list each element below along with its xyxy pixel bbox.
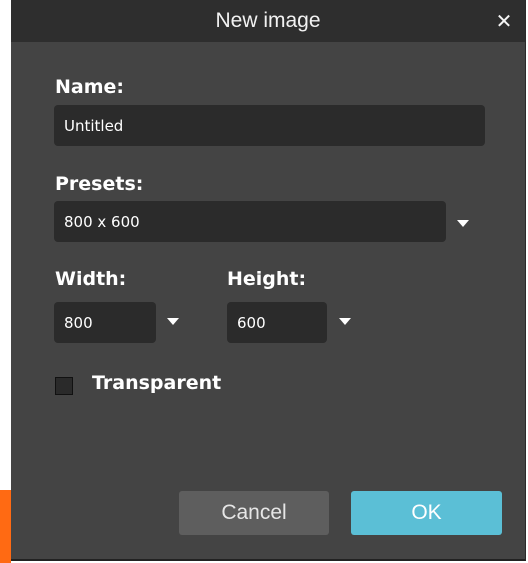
presets-chevron-down-icon[interactable]: [457, 220, 469, 227]
width-chevron-down-icon[interactable]: [167, 318, 179, 325]
background-left: [0, 0, 11, 490]
presets-select[interactable]: 800 x 600: [54, 201, 446, 242]
width-selected-value: 800: [64, 313, 93, 332]
height-selected-value: 600: [237, 313, 266, 332]
height-chevron-down-icon[interactable]: [339, 318, 351, 325]
width-select[interactable]: 800: [54, 302, 156, 343]
height-select[interactable]: 600: [227, 302, 327, 343]
presets-selected-value: 800 x 600: [64, 212, 140, 231]
cancel-button[interactable]: Cancel: [179, 491, 329, 535]
close-icon[interactable]: ✕: [493, 10, 515, 32]
width-label: Width:: [55, 268, 127, 290]
transparent-label[interactable]: Transparent: [92, 372, 221, 394]
dialog-titlebar[interactable]: New image ✕: [11, 0, 525, 42]
screen: New image ✕ Name: Presets: 800 x 600 Wid…: [0, 0, 528, 563]
height-label: Height:: [227, 268, 307, 290]
presets-label: Presets:: [55, 173, 144, 195]
new-image-dialog: New image ✕ Name: Presets: 800 x 600 Wid…: [11, 0, 526, 561]
transparent-checkbox[interactable]: [55, 377, 73, 395]
name-field[interactable]: [54, 105, 485, 146]
dialog-title: New image: [215, 9, 321, 32]
name-label: Name:: [55, 76, 125, 98]
ok-button[interactable]: OK: [351, 491, 502, 535]
background-orange-panel: [0, 490, 11, 563]
name-input[interactable]: [64, 116, 485, 135]
